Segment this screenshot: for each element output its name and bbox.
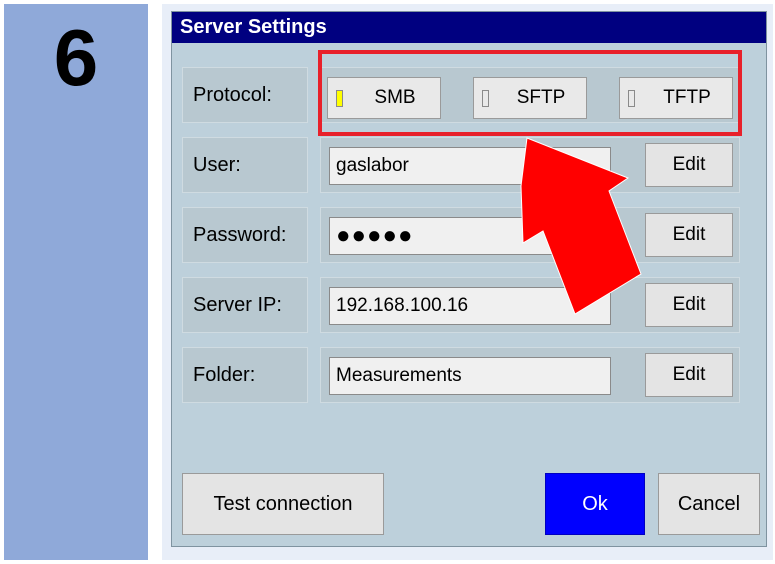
red-arrow-icon (520, 137, 642, 315)
